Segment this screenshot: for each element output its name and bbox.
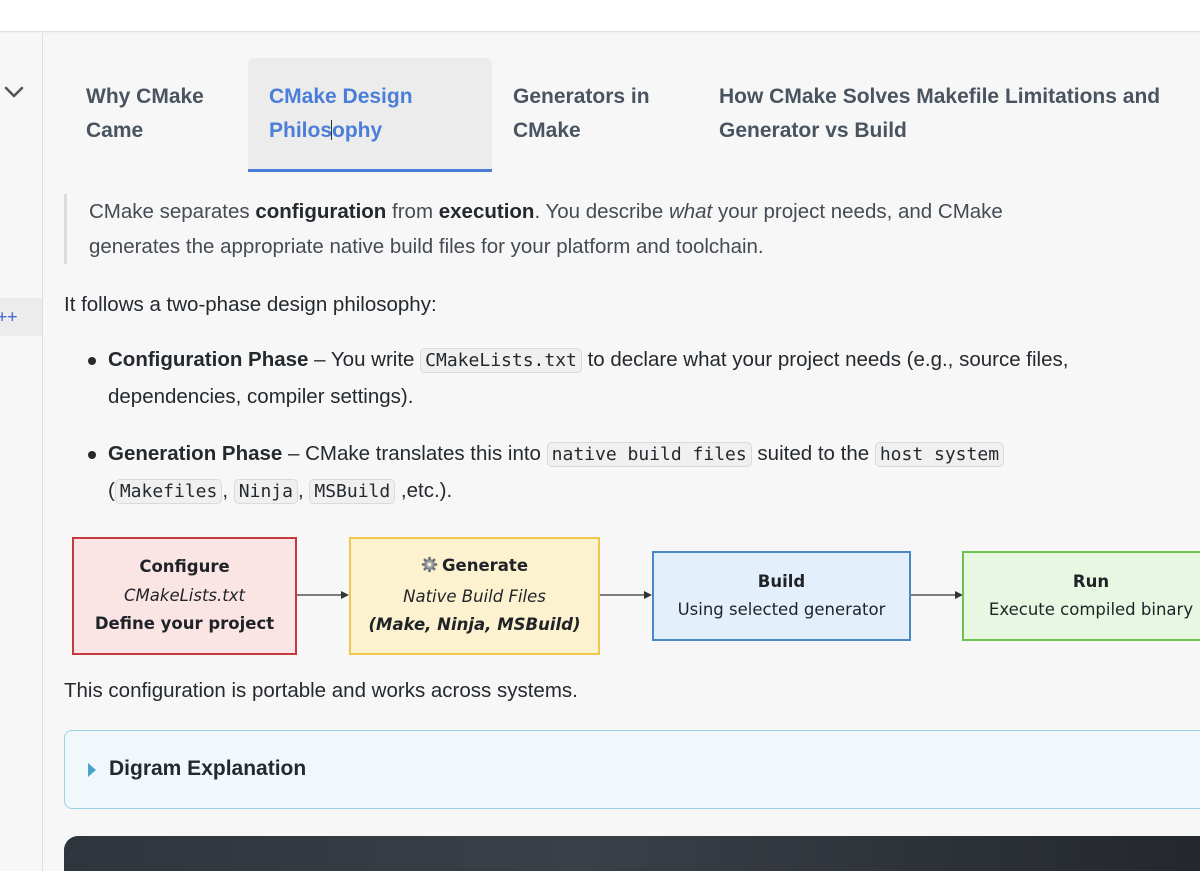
tab-label-line1: CMake Design — [269, 85, 413, 108]
tab-label-line2: CMake — [513, 119, 581, 142]
tab-why-cmake-came[interactable]: Why CMake Came — [64, 58, 244, 172]
inline-code: Makefiles — [114, 479, 223, 504]
diagram-node-configure: Configure CMakeLists.txt Define your pro… — [72, 537, 297, 655]
top-bar — [0, 0, 1200, 32]
code-block — [64, 836, 1200, 871]
build-pipeline-diagram: Configure CMakeLists.txt Define your pro… — [0, 530, 1200, 670]
diagram-node-run: Run Execute compiled binary — [962, 551, 1200, 641]
inline-code: Ninja — [233, 479, 298, 504]
arrow-icon — [600, 591, 652, 599]
arrow-icon — [911, 591, 963, 599]
inline-code: CMakeLists.txt — [420, 348, 582, 373]
left-sidebar: ++ — [0, 33, 43, 871]
outro-paragraph: This configuration is portable and works… — [64, 679, 578, 702]
intro-paragraph: It follows a two-phase design philosophy… — [64, 293, 437, 316]
diagram-node-generate: Generate Native Build Files (Make, Ninja… — [349, 537, 600, 655]
sidebar-item-cpp[interactable]: ++ — [0, 298, 42, 336]
tab-cmake-design-philosophy[interactable]: CMake Design Philosophy — [248, 58, 492, 172]
blockquote-summary: CMake separates configuration from execu… — [64, 194, 1084, 264]
tab-label-line2: Philosophy — [269, 119, 383, 142]
tab-label-line2: Came — [86, 119, 144, 142]
diagram-explanation-disclosure[interactable]: Digram Explanation — [64, 730, 1200, 809]
arrow-icon — [297, 591, 349, 599]
phase-list: Configuration Phase – You write CMakeLis… — [88, 342, 1098, 531]
disclosure-label: Digram Explanation — [109, 757, 307, 780]
tab-how-cmake-solves-makefile-limitations[interactable]: How CMake Solves Makefile Limitations an… — [698, 58, 1198, 172]
chevron-down-icon[interactable] — [3, 85, 25, 106]
inline-code: host system — [874, 442, 1005, 467]
tab-label-line1: Generators in — [513, 85, 650, 108]
tab-bar: Why CMake Came CMake Design Philosophy G… — [64, 58, 1200, 174]
tab-label-line1: How CMake Solves Makefile Limitations an… — [719, 85, 1161, 108]
tab-generators-in-cmake[interactable]: Generators in CMake — [492, 58, 692, 172]
diagram-node-build: Build Using selected generator — [652, 551, 911, 641]
tab-label-line2: Generator vs Build — [719, 119, 907, 142]
gear-icon — [421, 554, 438, 583]
inline-code: native build files — [546, 442, 752, 467]
list-item-generation-phase: Generation Phase – CMake translates this… — [88, 436, 1098, 510]
inline-code: MSBuild — [309, 479, 396, 504]
list-item-configuration-phase: Configuration Phase – You write CMakeLis… — [88, 342, 1098, 415]
disclosure-triangle-icon — [88, 763, 96, 777]
tab-label-line1: Why CMake — [86, 85, 204, 108]
